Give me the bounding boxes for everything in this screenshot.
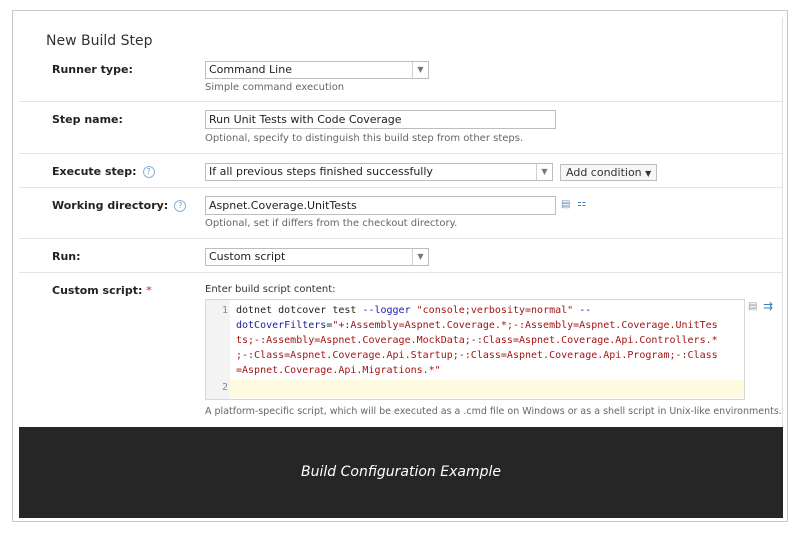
help-icon[interactable]: ? bbox=[142, 166, 155, 178]
execute-step-select[interactable]: If all previous steps finished successfu… bbox=[205, 163, 553, 181]
custom-script-label: Custom script: * bbox=[52, 284, 152, 297]
build-step-form: New Build Step Runner type: Command Line… bbox=[19, 17, 783, 427]
step-name-input[interactable]: Run Unit Tests with Code Coverage bbox=[205, 110, 556, 129]
add-condition-button[interactable]: Add condition ▼ bbox=[560, 164, 658, 181]
divider bbox=[19, 187, 783, 188]
code-line: dotnet dotcover test --logger "console;v… bbox=[236, 305, 591, 316]
runner-type-hint: Simple command execution bbox=[205, 82, 345, 93]
execute-step-value: If all previous steps finished successfu… bbox=[209, 165, 433, 178]
add-condition-label: Add condition bbox=[566, 166, 642, 179]
chevron-down-icon: ▼ bbox=[536, 164, 552, 180]
code-token: --logger bbox=[362, 305, 411, 316]
code-line: =Aspnet.Coverage.Api.Migrations.*" bbox=[236, 365, 441, 376]
code-token: ;-:Class=Aspnet.Coverage.Api.Startup;-:C… bbox=[236, 350, 718, 361]
code-line: dotCoverFilters="+:Assembly=Aspnet.Cover… bbox=[236, 320, 718, 331]
working-directory-label-text: Working directory: bbox=[52, 199, 169, 212]
working-directory-hint: Optional, set if differs from the checko… bbox=[205, 218, 458, 229]
runner-type-label: Runner type: bbox=[52, 63, 133, 76]
step-name-label: Step name: bbox=[52, 113, 123, 126]
code-token: ts;-:Assembly=Aspnet.Coverage.MockData;-… bbox=[236, 335, 718, 346]
code-line: ;-:Class=Aspnet.Coverage.Api.Startup;-:C… bbox=[236, 350, 718, 361]
script-content-label: Enter build script content: bbox=[205, 284, 336, 295]
runner-type-select[interactable]: Command Line ▼ bbox=[205, 61, 429, 79]
line-number: 2 bbox=[221, 382, 228, 393]
code-token: =Aspnet.Coverage.Api.Migrations.*" bbox=[236, 365, 441, 376]
custom-script-hint: A platform-specific script, which will b… bbox=[205, 406, 782, 417]
run-select[interactable]: Custom script ▼ bbox=[205, 248, 429, 266]
divider bbox=[19, 238, 783, 239]
chevron-down-icon: ▼ bbox=[412, 249, 428, 265]
working-directory-input[interactable]: Aspnet.Coverage.UnitTests bbox=[205, 196, 556, 215]
divider bbox=[19, 272, 783, 273]
execute-step-label-text: Execute step: bbox=[52, 165, 137, 178]
code-token: -- bbox=[579, 305, 592, 316]
word-wrap-icon[interactable]: ⇉ bbox=[763, 299, 773, 313]
chevron-down-icon: ▼ bbox=[412, 62, 428, 78]
divider bbox=[19, 101, 783, 102]
help-icon[interactable]: ? bbox=[174, 200, 187, 212]
chevron-down-icon: ▼ bbox=[645, 169, 652, 178]
step-name-hint: Optional, specify to distinguish this bu… bbox=[205, 133, 524, 144]
code-token: dotnet dotcover test bbox=[236, 305, 363, 316]
page-title: New Build Step bbox=[46, 33, 153, 49]
run-label: Run: bbox=[52, 250, 81, 263]
required-marker: * bbox=[146, 284, 152, 297]
script-editor[interactable]: 1 2 dotnet dotcover test --logger "conso… bbox=[205, 299, 745, 400]
code-line: ts;-:Assembly=Aspnet.Coverage.MockData;-… bbox=[236, 335, 718, 346]
figure-caption: Build Configuration Example bbox=[301, 464, 501, 480]
code-token: dotCoverFilters bbox=[236, 320, 327, 331]
tree-icon[interactable]: ⚏ bbox=[577, 198, 586, 209]
working-directory-label: Working directory:? bbox=[52, 199, 187, 212]
list-icon[interactable]: ▤ bbox=[748, 301, 757, 312]
code-token: "console;verbosity=normal" bbox=[416, 305, 574, 316]
divider bbox=[19, 153, 783, 154]
active-line bbox=[230, 380, 744, 398]
code-token: "+:Assembly=Aspnet.Coverage.*;-:Assembly… bbox=[332, 320, 718, 331]
browse-icon[interactable]: ▤ bbox=[561, 199, 570, 210]
execute-step-label: Execute step:? bbox=[52, 165, 155, 178]
runner-type-value: Command Line bbox=[209, 63, 292, 76]
custom-script-label-text: Custom script: bbox=[52, 284, 143, 297]
caption-bar: Build Configuration Example bbox=[19, 427, 783, 518]
run-value: Custom script bbox=[209, 250, 286, 263]
line-number: 1 bbox=[221, 305, 228, 316]
